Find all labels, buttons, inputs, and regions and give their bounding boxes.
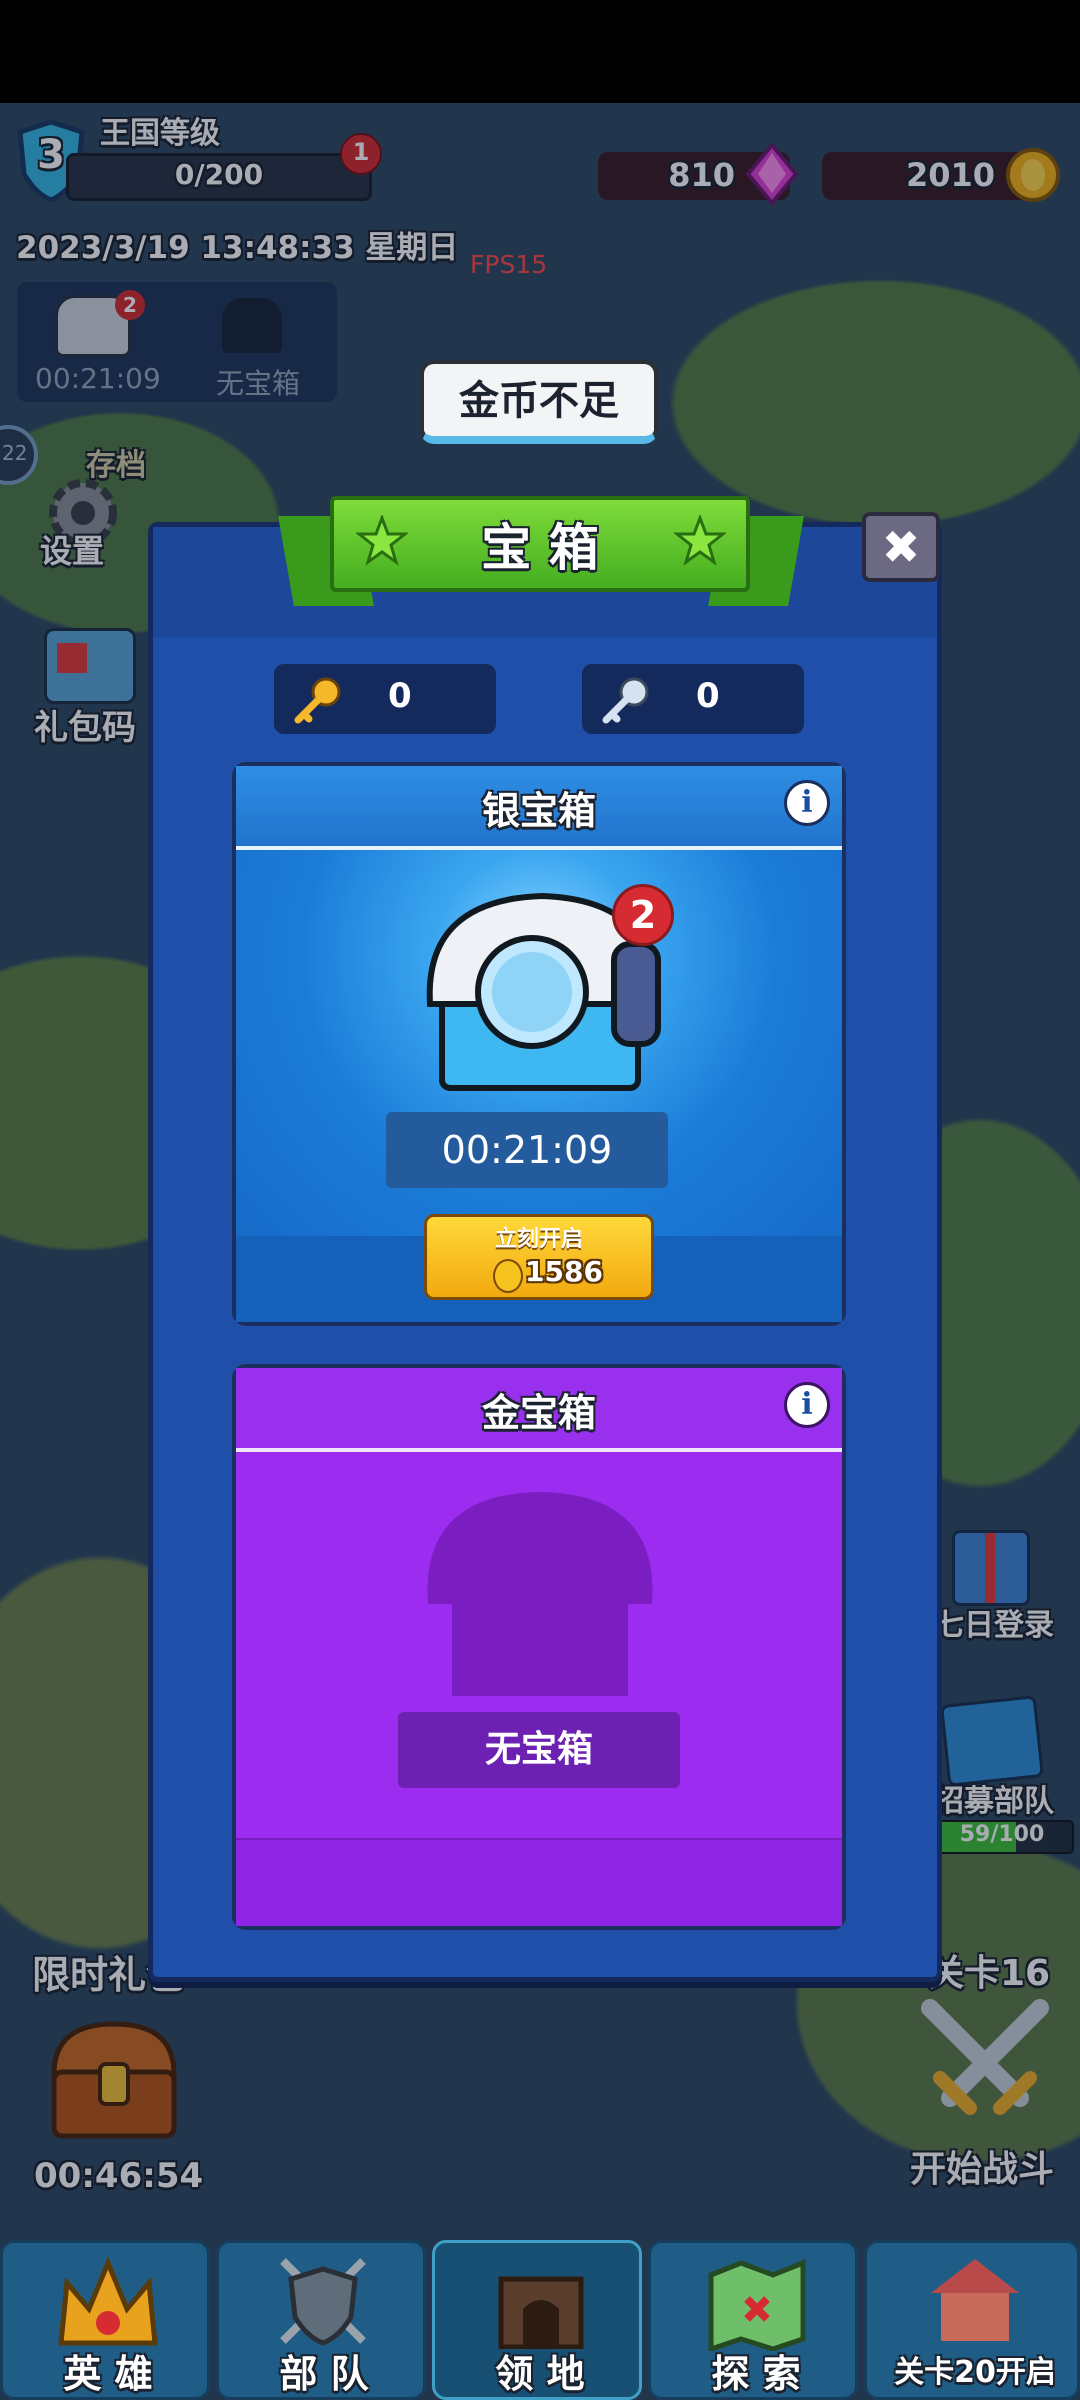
crown-icon xyxy=(53,2253,163,2353)
nav-stage20[interactable]: 关卡20开启 xyxy=(864,2240,1080,2400)
silver-chest-timer: 00:21:09 xyxy=(441,1128,613,1172)
close-button[interactable]: ✖ xyxy=(862,512,940,582)
castle-gate-icon xyxy=(493,2257,589,2350)
nav-heroes[interactable]: 英 雄 xyxy=(0,2240,210,2400)
close-icon: ✖ xyxy=(881,520,921,574)
nav-territory[interactable]: 领 地 xyxy=(432,2240,642,2400)
silver-chest-count-badge: 2 xyxy=(612,884,674,946)
nav-heroes-label: 英 雄 xyxy=(63,2352,153,2396)
nav-stage20-label: 关卡20开启 xyxy=(894,2355,1056,2390)
nav-explore-label: 探 索 xyxy=(711,2352,801,2396)
gold-chest-empty-label: 无宝箱 xyxy=(484,1729,593,1770)
gold-chest-empty-box: 无宝箱 xyxy=(398,1712,680,1788)
toast-insufficient-coins: 金币不足 xyxy=(420,360,658,444)
gold-chest-title: 金宝箱 xyxy=(481,1391,596,1435)
open-now-button[interactable]: 立刻开启 1586 xyxy=(424,1214,654,1300)
gold-chest-silhouette xyxy=(414,1486,666,1698)
gold-key-count: 0 xyxy=(388,676,412,716)
open-now-label: 立刻开启 xyxy=(494,1227,583,1252)
silver-key-icon xyxy=(600,676,652,724)
shield-swords-icon xyxy=(273,2251,373,2351)
gold-key-icon xyxy=(292,676,344,724)
coin-icon xyxy=(493,1259,523,1293)
status-bar xyxy=(0,0,1080,103)
gold-chest-info-button[interactable]: i xyxy=(784,1382,830,1428)
map-icon xyxy=(705,2255,809,2353)
locked-building-icon xyxy=(927,2253,1023,2343)
nav-explore[interactable]: 探 索 xyxy=(648,2240,858,2400)
dialog-title: 宝 箱 xyxy=(481,519,599,577)
nav-troops-label: 部 队 xyxy=(279,2352,369,2396)
info-icon: i xyxy=(801,785,813,820)
silver-key-count: 0 xyxy=(696,676,720,716)
open-now-cost: 1586 xyxy=(525,1255,603,1288)
gold-chest-footer-band xyxy=(236,1838,842,1926)
silver-chest-title: 银宝箱 xyxy=(481,789,596,833)
silver-chest-info-button[interactable]: i xyxy=(784,780,830,826)
nav-troops[interactable]: 部 队 xyxy=(216,2240,426,2400)
info-icon: i xyxy=(801,1387,813,1422)
nav-territory-label: 领 地 xyxy=(495,2352,585,2396)
silver-chest-timer-box: 00:21:09 xyxy=(386,1112,668,1188)
